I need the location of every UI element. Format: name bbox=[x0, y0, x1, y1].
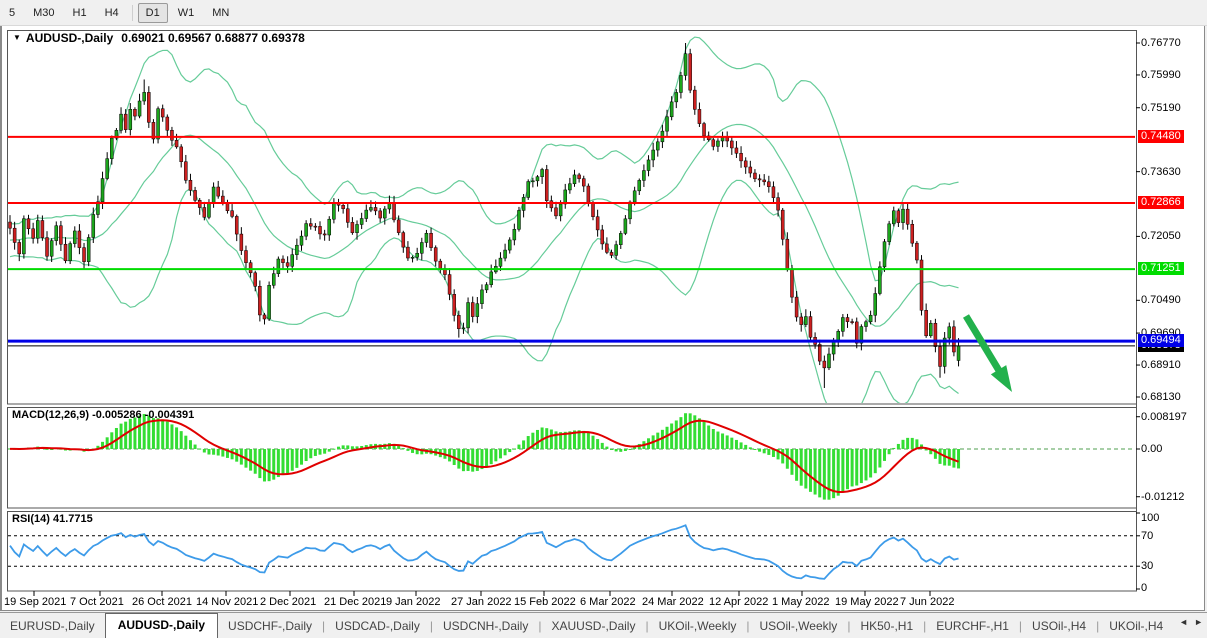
tab-eurusd-daily[interactable]: EURUSD-,Daily bbox=[0, 615, 105, 638]
tab-xauusd-daily[interactable]: XAUUSD-,Daily bbox=[541, 615, 645, 638]
tab-usoil-weekly[interactable]: USOil-,Weekly bbox=[750, 615, 848, 638]
rsi-axis-tick: 100 bbox=[1141, 512, 1159, 524]
bollinger-bands bbox=[10, 37, 959, 418]
chart-tabs-bar: EURUSD-,DailyAUDUSD-,DailyUSDCHF-,Daily|… bbox=[0, 612, 1207, 638]
timeframe-button-m30[interactable]: M30 bbox=[25, 3, 62, 23]
annotation-arrow[interactable] bbox=[966, 316, 1012, 392]
tabs-scroll-right-icon[interactable]: ► bbox=[1194, 617, 1203, 627]
date-label: 19 May 2022 bbox=[835, 596, 899, 608]
macd-histogram bbox=[8, 413, 1135, 499]
date-label: 7 Jun 2022 bbox=[900, 596, 954, 608]
chart-symbol-label: AUDUSD-,Daily bbox=[26, 31, 113, 45]
price-tick: 0.72050 bbox=[1141, 230, 1181, 242]
timeframe-button-5[interactable]: 5 bbox=[1, 3, 23, 23]
date-label: 7 Oct 2021 bbox=[70, 596, 124, 608]
tab-usdchf-daily[interactable]: USDCHF-,Daily bbox=[218, 615, 322, 638]
date-label: 19 Sep 2021 bbox=[4, 596, 66, 608]
rsi-axis-tick: 70 bbox=[1141, 530, 1153, 542]
macd-indicator-label: MACD(12,26,9) -0.005286 -0.004391 bbox=[12, 409, 194, 421]
horizontal-levels[interactable] bbox=[8, 137, 1135, 341]
price-tick: 0.68130 bbox=[1141, 391, 1181, 403]
price-tick: 0.68910 bbox=[1141, 359, 1181, 371]
date-label: 27 Jan 2022 bbox=[451, 596, 512, 608]
tab-eurchf-h1[interactable]: EURCHF-,H1 bbox=[926, 615, 1019, 638]
dropdown-arrow-icon[interactable]: ▼ bbox=[13, 33, 21, 42]
date-label: 14 Nov 2021 bbox=[196, 596, 258, 608]
level-badge: 0.74480 bbox=[1138, 130, 1184, 143]
tabs-scroll-left-icon[interactable]: ◄ bbox=[1179, 617, 1188, 627]
rsi-line bbox=[10, 525, 959, 579]
candlesticks bbox=[9, 43, 961, 388]
price-tick: 0.75990 bbox=[1141, 69, 1181, 81]
timeframe-button-w1[interactable]: W1 bbox=[170, 3, 203, 23]
tab-usdcnh-daily[interactable]: USDCNH-,Daily bbox=[433, 615, 538, 638]
date-label: 9 Jan 2022 bbox=[386, 596, 440, 608]
level-badge: 0.71251 bbox=[1138, 262, 1184, 275]
timeframe-button-mn[interactable]: MN bbox=[204, 3, 237, 23]
chart-title: ▼ AUDUSD-,Daily 0.69021 0.69567 0.68877 0.… bbox=[13, 31, 305, 45]
rsi-indicator-label: RSI(14) 41.7715 bbox=[12, 513, 93, 525]
date-label: 21 Dec 2021 bbox=[324, 596, 386, 608]
timeframe-toolbar: 5M30H1H4 D1W1MN bbox=[0, 0, 1207, 26]
tab-usoil-h4[interactable]: USOil-,H4 bbox=[1022, 615, 1096, 638]
date-label: 26 Oct 2021 bbox=[132, 596, 192, 608]
price-tick: 0.75190 bbox=[1141, 102, 1181, 114]
tab-ukoil-weekly[interactable]: UKOil-,Weekly bbox=[649, 615, 747, 638]
timeframe-button-d1[interactable]: D1 bbox=[138, 3, 168, 23]
date-label: 12 Apr 2022 bbox=[709, 596, 768, 608]
date-label: 2 Dec 2021 bbox=[260, 596, 316, 608]
axis-ticks bbox=[34, 43, 1140, 596]
toolbar-separator bbox=[132, 5, 133, 21]
rsi-axis-tick: 30 bbox=[1141, 560, 1153, 572]
date-label: 24 Mar 2022 bbox=[642, 596, 704, 608]
panel-frame bbox=[8, 512, 1137, 592]
timeframe-button-h4[interactable]: H4 bbox=[97, 3, 127, 23]
timeframe-button-h1[interactable]: H1 bbox=[65, 3, 95, 23]
tab-hk50-h1[interactable]: HK50-,H1 bbox=[850, 615, 923, 638]
tab-ukoil-h4[interactable]: UKOil-,H4 bbox=[1099, 615, 1173, 638]
level-badge: 0.69494 bbox=[1138, 334, 1184, 347]
price-tick: 0.70490 bbox=[1141, 294, 1181, 306]
price-tick: 0.73630 bbox=[1141, 166, 1181, 178]
date-label: 15 Feb 2022 bbox=[514, 596, 576, 608]
rsi-panel-lines bbox=[8, 525, 1135, 579]
price-chart-canvas[interactable] bbox=[0, 0, 1207, 638]
level-badge: 0.72866 bbox=[1138, 196, 1184, 209]
rsi-axis-tick: 0 bbox=[1141, 582, 1147, 594]
date-label: 1 May 2022 bbox=[772, 596, 829, 608]
date-label: 6 Mar 2022 bbox=[580, 596, 636, 608]
macd-axis-tick: 0.008197 bbox=[1141, 411, 1187, 423]
tab-usdcad-daily[interactable]: USDCAD-,Daily bbox=[325, 615, 430, 638]
macd-axis-tick: -0.01212 bbox=[1141, 491, 1184, 503]
chart-ohlc-values: 0.69021 0.69567 0.68877 0.69378 bbox=[121, 31, 305, 45]
tab-audusd-daily[interactable]: AUDUSD-,Daily bbox=[105, 613, 218, 638]
price-tick: 0.76770 bbox=[1141, 37, 1181, 49]
macd-axis-tick: 0.00 bbox=[1141, 443, 1162, 455]
